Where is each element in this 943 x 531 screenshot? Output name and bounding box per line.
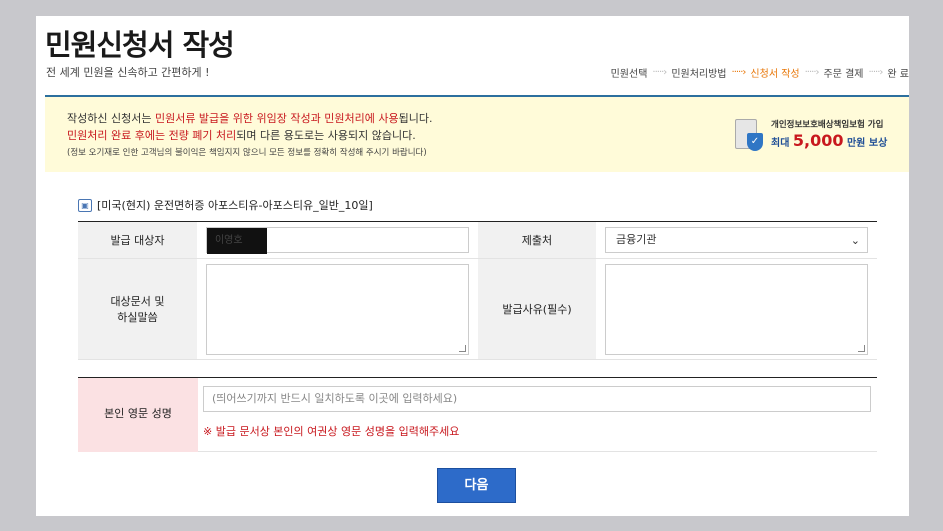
recipient-label: 발급 대상자 xyxy=(78,221,197,259)
docs-textarea[interactable] xyxy=(205,263,469,355)
step-arrow-icon: ·····› xyxy=(731,67,747,78)
page-subtitle: 전 세계 민원을 신속하고 간편하게 ! xyxy=(46,66,210,79)
submit-to-select[interactable]: 금융기관 ⌄ xyxy=(605,227,868,253)
reason-textarea[interactable] xyxy=(605,263,868,355)
english-name-section: 본인 영문 성명 (띄어쓰기까지 반드시 일치하도록 이곳에 입력하세요) ※ … xyxy=(78,377,877,452)
notice-line-3: (정보 오기재로 인한 고객님의 불이익은 책임지지 않으니 모든 정보를 정확… xyxy=(67,148,427,158)
product-title: ▣ [미국(현지) 운전면허증 아포스티유-아포스티유_일반_10일] xyxy=(78,197,373,213)
people-icon: ▣ xyxy=(78,198,92,212)
recipient-value: 이영호 xyxy=(206,228,267,254)
english-name-input[interactable]: (띄어쓰기까지 반드시 일치하도록 이곳에 입력하세요) xyxy=(203,386,871,412)
form-row: 대상문서 및 하실말씀 발급사유(필수) xyxy=(78,258,877,360)
step-method: 민원처리방법 xyxy=(671,69,727,80)
page-title: 민원신청서 작성 xyxy=(45,28,235,62)
reason-label: 발급사유(필수) xyxy=(477,258,596,360)
step-form: 신청서 작성 xyxy=(750,69,800,80)
step-select: 민원선택 xyxy=(610,69,648,80)
step-arrow-icon: ·····› xyxy=(868,67,884,78)
step-arrow-icon: ·····› xyxy=(804,67,820,78)
privacy-notice: 작성하신 신청서는 민원서류 발급을 위한 위임장 작성과 민원처리에 사용됩니… xyxy=(45,97,909,172)
application-form: 발급 대상자 이영호 제출처 금융기관 ⌄ 대상문서 및 하실말씀 발급사유(필… xyxy=(78,221,877,360)
insurance-badge: ✓ 개인정보보호배상책임보험 가입 최대 5,000 만원 보상 xyxy=(735,115,895,159)
form-row: 발급 대상자 이영호 제출처 금융기관 ⌄ xyxy=(78,221,877,259)
docs-label: 대상문서 및 하실말씀 xyxy=(78,258,197,360)
shield-check-icon: ✓ xyxy=(747,133,763,151)
resize-grip-icon[interactable] xyxy=(458,344,466,352)
application-page: 민원신청서 작성 전 세계 민원을 신속하고 간편하게 ! 민원선택 ·····… xyxy=(36,16,909,516)
submit-to-label: 제출처 xyxy=(477,221,596,259)
step-arrow-icon: ·····› xyxy=(652,67,667,78)
resize-grip-icon[interactable] xyxy=(858,344,865,352)
chevron-down-icon: ⌄ xyxy=(850,234,860,247)
next-button[interactable]: 다음 xyxy=(437,468,516,503)
progress-steps: 민원선택 ·····› 민원처리방법 ·····› 신청서 작성 ·····› … xyxy=(611,65,909,80)
notice-line-1: 작성하신 신청서는 민원서류 발급을 위한 위임장 작성과 민원처리에 사용됩니… xyxy=(67,112,433,125)
recipient-input[interactable]: 이영호 xyxy=(205,227,469,254)
notice-line-2: 민원처리 완료 후에는 전량 폐기 처리되며 다른 용도로는 사용되지 않습니다… xyxy=(67,129,416,142)
english-name-warning: ※ 발급 문서상 본인의 여권상 영문 성명을 입력해주세요 xyxy=(203,425,460,438)
step-payment: 주문 결제 xyxy=(823,69,864,80)
step-complete: 완 료 xyxy=(887,69,909,80)
english-name-label: 본인 영문 성명 xyxy=(78,378,198,452)
